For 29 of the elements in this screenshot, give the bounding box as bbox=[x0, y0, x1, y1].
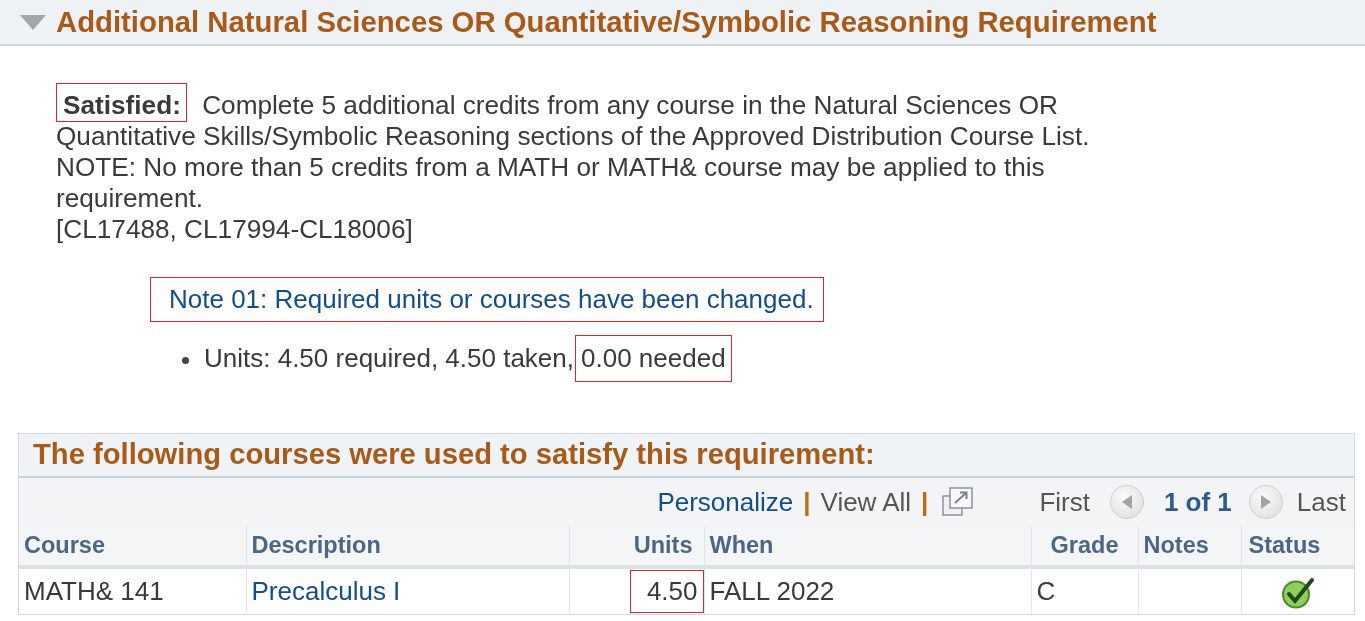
table-cell: MATH& 141 bbox=[19, 567, 246, 614]
table-cell: C bbox=[1031, 567, 1138, 614]
page-counter: 1 of 1 bbox=[1163, 485, 1232, 519]
column-header: Status bbox=[1241, 526, 1354, 567]
requirement-text: NOTE: No more than 5 credits from a MATH or MATH& course may be applied to this requirement. bbox=[56, 152, 1046, 214]
caret-right-icon bbox=[1260, 495, 1271, 509]
column-header: Description bbox=[246, 526, 569, 567]
requirement-text: [CL17488, CL17994-CL18006] bbox=[56, 214, 414, 245]
section-title: Additional Natural Sciences OR Quantitative/Symbolic Reasoning Requirement bbox=[56, 7, 1157, 37]
column-header: Units bbox=[569, 526, 704, 567]
bullet-icon bbox=[182, 356, 189, 364]
toolbar-link[interactable]: Personalize bbox=[657, 482, 794, 522]
column-header: Course bbox=[19, 526, 246, 567]
units-needed: 0.00 needed bbox=[575, 335, 732, 382]
separator: | bbox=[921, 485, 929, 519]
grid-title: The following courses were used to satisfy this requirement: bbox=[19, 434, 1354, 478]
popout-window-icon[interactable] bbox=[942, 487, 974, 517]
units-summary: Units: 4.50 required, 4.50 taken, bbox=[203, 342, 575, 375]
units-value: 4.50 bbox=[629, 570, 704, 613]
requirement-text: Satisfied: Complete 5 additional credits from any course in the Natural Sciences OR Quantitative Skills/Symbolic Reasoning sections of the Approved Distribution Course List. bbox=[56, 82, 1166, 152]
course-link[interactable]: Precalculus I bbox=[251, 576, 401, 606]
column-header: Grade bbox=[1031, 526, 1138, 567]
table-cell: FALL 2022 bbox=[704, 567, 1031, 614]
column-header: Notes bbox=[1138, 526, 1241, 567]
separator: | bbox=[803, 485, 811, 519]
caret-down-icon[interactable] bbox=[20, 14, 46, 30]
column-header: When bbox=[704, 526, 1031, 567]
caret-left-icon bbox=[1121, 495, 1132, 509]
note-link[interactable]: Note 01: Required units or courses have been changed. bbox=[150, 277, 824, 322]
